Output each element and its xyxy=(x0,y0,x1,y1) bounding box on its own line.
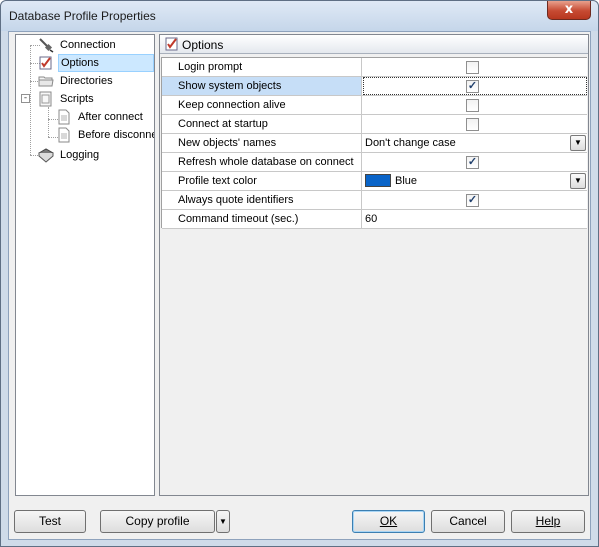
document-icon xyxy=(58,109,70,125)
option-name: Connect at startup xyxy=(162,115,362,133)
tree-item-directories[interactable]: Directories xyxy=(38,72,153,90)
option-row-command-timeout[interactable]: Command timeout (sec.) 60 xyxy=(162,210,587,229)
category-tree: Connection Options Directories - Scripts… xyxy=(15,34,155,496)
option-row-login-prompt[interactable]: Login prompt xyxy=(162,58,587,77)
option-value: ✓ xyxy=(363,153,587,171)
option-name: New objects' names xyxy=(162,134,362,152)
script-icon xyxy=(39,91,52,107)
select-value: Blue xyxy=(395,175,418,187)
select-value: Don't change case xyxy=(365,137,456,149)
option-value: ✓ xyxy=(363,77,587,95)
option-row-refresh-whole-database[interactable]: Refresh whole database on connect ✓ xyxy=(162,153,587,172)
option-value xyxy=(363,96,587,114)
document-icon xyxy=(58,127,70,143)
close-button[interactable]: x xyxy=(547,1,591,20)
login-prompt-checkbox[interactable] xyxy=(466,61,479,74)
tree-item-before-disconnect[interactable]: Before disconnec xyxy=(56,126,154,144)
tree-item-logging[interactable]: Logging xyxy=(38,146,153,164)
option-row-connect-at-startup[interactable]: Connect at startup xyxy=(162,115,587,134)
chevron-down-icon[interactable]: ▼ xyxy=(570,135,586,151)
option-value: ✓ xyxy=(363,191,587,209)
option-value xyxy=(363,58,587,76)
folder-icon xyxy=(38,76,54,87)
scripts-collapse-toggle[interactable]: - xyxy=(21,94,30,103)
profile-text-color-select[interactable]: Blue ▼ xyxy=(363,172,587,190)
always-quote-identifiers-checkbox[interactable]: ✓ xyxy=(466,194,479,207)
option-name: Refresh whole database on connect xyxy=(162,153,362,171)
plug-icon xyxy=(39,38,54,53)
copy-profile-button[interactable]: Copy profile xyxy=(100,510,215,533)
options-grid: Login prompt Show system objects ✓ Keep … xyxy=(161,57,587,229)
book-icon xyxy=(38,148,54,163)
tree-item-label: Directories xyxy=(60,75,113,87)
option-name: Always quote identifiers xyxy=(162,191,362,209)
panel-title: Options xyxy=(182,38,224,52)
option-name: Command timeout (sec.) xyxy=(162,210,362,228)
tree-item-label: Scripts xyxy=(60,93,94,105)
tree-item-label: After connect xyxy=(78,111,143,123)
option-row-profile-text-color[interactable]: Profile text color Blue ▼ xyxy=(162,172,587,191)
ok-button[interactable]: OK xyxy=(352,510,425,533)
option-row-keep-connection-alive[interactable]: Keep connection alive xyxy=(162,96,587,115)
window-title: Database Profile Properties xyxy=(9,9,156,23)
option-row-always-quote-identifiers[interactable]: Always quote identifiers ✓ xyxy=(162,191,587,210)
keep-connection-alive-checkbox[interactable] xyxy=(466,99,479,112)
properties-dialog: Database Profile Properties x Connection xyxy=(0,0,599,547)
tree-item-connection[interactable]: Connection xyxy=(38,36,153,54)
help-button[interactable]: Help xyxy=(511,510,585,533)
command-timeout-input[interactable]: 60 xyxy=(363,210,587,228)
tree-connector-line xyxy=(30,45,31,155)
option-value xyxy=(363,115,587,133)
new-objects-names-select[interactable]: Don't change case ▼ xyxy=(363,134,587,152)
show-system-objects-checkbox[interactable]: ✓ xyxy=(466,80,479,93)
options-checklist-icon xyxy=(165,37,178,51)
connect-at-startup-checkbox[interactable] xyxy=(466,118,479,131)
option-row-show-system-objects[interactable]: Show system objects ✓ xyxy=(162,77,587,96)
panel-header: Options xyxy=(160,35,588,54)
test-button[interactable]: Test xyxy=(14,510,86,533)
color-swatch xyxy=(365,174,391,187)
tree-item-after-connect[interactable]: After connect xyxy=(56,108,154,126)
refresh-whole-database-checkbox[interactable]: ✓ xyxy=(466,156,479,169)
option-row-new-objects-names[interactable]: New objects' names Don't change case ▼ xyxy=(162,134,587,153)
copy-profile-menu-arrow[interactable]: ▼ xyxy=(216,510,230,533)
tree-item-label: Connection xyxy=(60,39,116,51)
tree-item-label: Options xyxy=(58,54,154,72)
option-name: Login prompt xyxy=(162,58,362,76)
options-checklist-icon xyxy=(39,56,52,70)
option-name: Show system objects xyxy=(162,77,362,95)
chevron-down-icon[interactable]: ▼ xyxy=(570,173,586,189)
cancel-button[interactable]: Cancel xyxy=(431,510,505,533)
tree-connector-line xyxy=(48,107,49,137)
options-panel: Options Login prompt Show system objects… xyxy=(159,34,589,496)
tree-item-scripts[interactable]: Scripts xyxy=(38,90,153,108)
tree-item-options[interactable]: Options xyxy=(38,54,156,72)
option-name: Profile text color xyxy=(162,172,362,190)
tree-item-label: Before disconnec xyxy=(78,129,154,141)
option-name: Keep connection alive xyxy=(162,96,362,114)
tree-item-label: Logging xyxy=(60,149,100,161)
title-bar[interactable]: Database Profile Properties x xyxy=(1,1,598,31)
dialog-client-area: Connection Options Directories - Scripts… xyxy=(8,31,591,540)
